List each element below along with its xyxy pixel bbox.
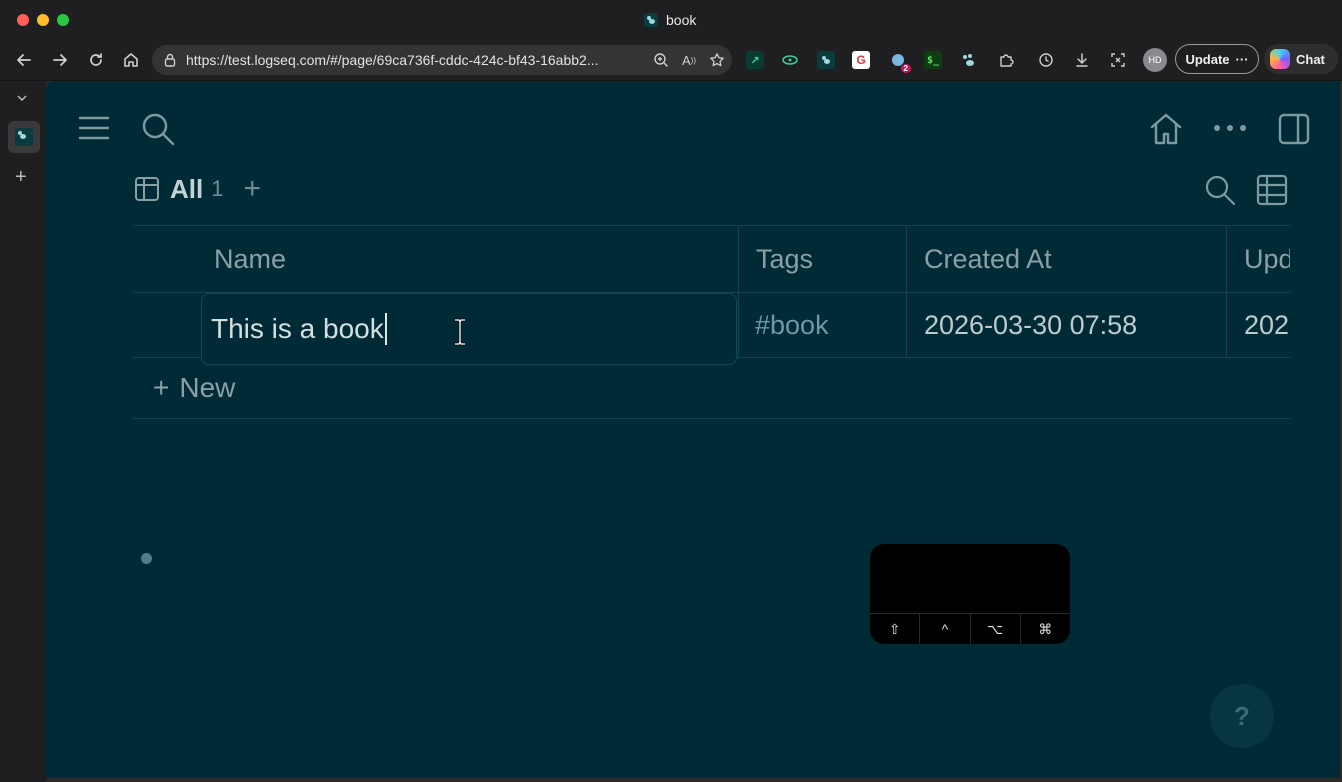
extension-green-icon[interactable]: ↗	[746, 51, 764, 69]
window-minimize-button[interactable]	[37, 14, 49, 26]
table-row[interactable]: #book 2026-03-30 07:58 202 This is a boo…	[133, 293, 1290, 365]
copilot-chat-button[interactable]: Chat	[1264, 44, 1338, 74]
lock-icon[interactable]	[162, 52, 178, 68]
grammarly-icon[interactable]: G	[852, 51, 870, 69]
column-header-updated-at[interactable]: Upd	[1244, 226, 1290, 292]
view-tabs: All 1 +	[134, 173, 261, 205]
browser-titlebar: book	[0, 0, 1342, 40]
chat-button-label: Chat	[1296, 51, 1325, 67]
add-new-row-button[interactable]: + New	[133, 358, 1290, 419]
puzzle-extensions-icon[interactable]	[997, 51, 1015, 69]
cell-tags[interactable]: #book	[755, 293, 829, 357]
extension-badge-count: 2	[900, 64, 911, 73]
update-more-icon: ···	[1235, 51, 1249, 67]
toggle-right-sidebar-icon[interactable]	[1276, 111, 1312, 147]
history-icon[interactable]	[1037, 51, 1055, 69]
window-close-button[interactable]	[17, 14, 29, 26]
view-tab-all[interactable]: All	[170, 174, 203, 205]
browser-tab[interactable]: book	[644, 11, 696, 29]
search-icon[interactable]	[140, 111, 176, 147]
update-button[interactable]: Update ···	[1175, 44, 1259, 74]
modifier-keys: ⇧ ^ ⌥ ⌘	[870, 613, 1070, 644]
reload-icon[interactable]	[84, 48, 108, 72]
read-aloud-icon[interactable]: A))	[680, 51, 698, 69]
column-header-created-at[interactable]: Created At	[924, 226, 1052, 292]
table-settings-icon[interactable]	[1255, 173, 1289, 207]
logseq-favicon-icon	[644, 13, 658, 27]
profile-avatar[interactable]: HD	[1143, 48, 1167, 72]
cell-updated-at: 202	[1244, 309, 1290, 340]
vertical-tab-logseq[interactable]	[8, 121, 40, 153]
name-cell-editor[interactable]: This is a book	[201, 293, 737, 365]
keystroke-overlay: ⇧ ^ ⌥ ⌘	[870, 544, 1070, 644]
column-header-tags[interactable]: Tags	[756, 226, 813, 292]
shift-key-icon: ⇧	[870, 614, 921, 644]
command-key-icon: ⌘	[1038, 620, 1053, 637]
menu-hamburger-icon[interactable]	[78, 113, 110, 143]
extension-leaf-icon[interactable]	[781, 51, 799, 69]
browser-toolbar: https://test.logseq.com/#/page/69ca736f-…	[0, 40, 1342, 81]
tab-title: book	[666, 12, 697, 28]
url-text[interactable]: https://test.logseq.com/#/page/69ca736f-…	[186, 52, 599, 68]
favorite-star-icon[interactable]	[708, 51, 726, 69]
logseq-extension-icon[interactable]	[817, 51, 835, 69]
home-icon[interactable]	[1148, 111, 1184, 147]
view-count: 1	[211, 176, 224, 201]
help-button[interactable]: ?	[1210, 684, 1274, 748]
home-icon[interactable]	[119, 48, 143, 72]
block-bullet[interactable]	[141, 553, 152, 564]
new-row-label: New	[179, 372, 236, 403]
paw-extension-icon[interactable]	[960, 51, 978, 69]
text-cursor-icon	[453, 318, 467, 346]
forward-arrow-icon[interactable]	[48, 48, 72, 72]
extension-badge-icon[interactable]: 2	[889, 51, 911, 73]
zoom-icon[interactable]	[652, 51, 670, 69]
control-key-icon: ^	[920, 614, 971, 644]
table-header-row: Name Tags Created At Upd	[133, 226, 1290, 293]
chevron-down-icon[interactable]	[15, 91, 29, 110]
add-view-button[interactable]: +	[243, 174, 261, 204]
option-key-icon: ⌥	[971, 614, 1021, 644]
text-caret	[384, 313, 387, 345]
new-tab-plus-icon[interactable]: +	[15, 167, 27, 187]
table-view-icon[interactable]	[134, 176, 160, 202]
download-icon[interactable]	[1073, 51, 1091, 69]
column-header-name[interactable]: Name	[214, 226, 286, 292]
window-maximize-button[interactable]	[57, 14, 69, 26]
table-search-icon[interactable]	[1203, 173, 1237, 207]
screenshot-icon[interactable]	[1109, 51, 1127, 69]
more-options-icon[interactable]	[1212, 118, 1248, 138]
update-button-label: Update	[1185, 51, 1230, 67]
copilot-icon	[1270, 49, 1290, 69]
address-bar[interactable]: https://test.logseq.com/#/page/69ca736f-…	[152, 45, 732, 75]
logseq-tab-icon	[15, 128, 33, 146]
cell-created-at: 2026-03-30 07:58	[924, 309, 1138, 340]
plus-icon: +	[153, 372, 170, 403]
name-cell-text[interactable]: This is a book	[211, 313, 384, 345]
tag-link[interactable]: #book	[755, 310, 829, 341]
vertical-tab-strip: +	[0, 81, 46, 782]
terminal-extension-icon[interactable]: $_	[924, 51, 942, 69]
back-arrow-icon[interactable]	[12, 48, 36, 72]
database-table: Name Tags Created At Upd #book 2026-03-3…	[133, 225, 1290, 419]
